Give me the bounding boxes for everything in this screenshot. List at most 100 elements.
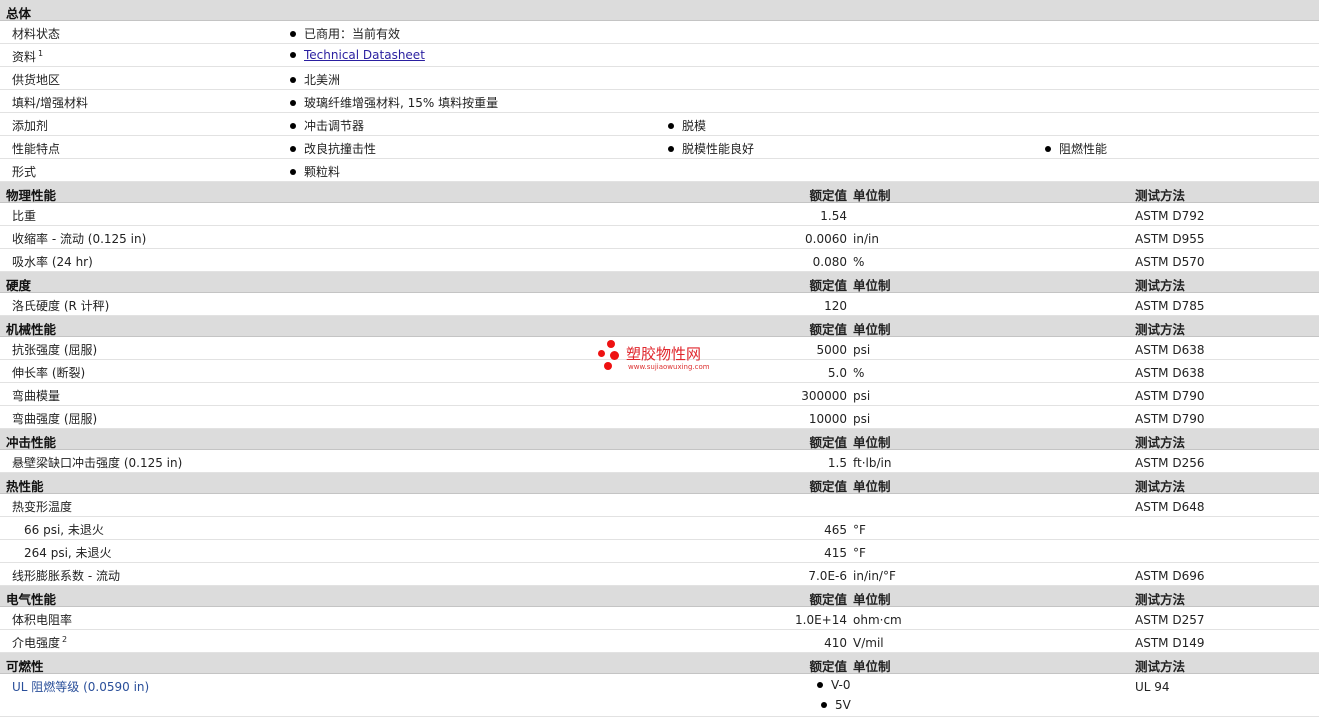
section-header: 热性能 额定值 单位制 测试方法: [0, 473, 1319, 494]
column-header-unit: 单位制: [853, 188, 891, 203]
property-label: 线形膨胀系数 - 流动: [12, 567, 120, 584]
property-label: 弯曲强度 (屈服): [12, 410, 97, 427]
bullet-dot-icon: [290, 100, 296, 106]
footnote-marker: 2: [62, 635, 68, 644]
bullet-dot-icon: [668, 123, 674, 129]
row-label: 资料 1: [12, 48, 43, 65]
section-title: 热性能: [6, 479, 44, 494]
bullet-item[interactable]: Technical Datasheet: [290, 48, 425, 62]
property-row: 悬壁梁缺口冲击强度 (0.125 in) 1.5 ft·lb/in ASTM D256: [0, 450, 1319, 473]
section-title: 硬度: [6, 278, 32, 293]
property-label-text: 弯曲模量: [12, 389, 61, 403]
property-row: 热变形温度 ASTM D648: [0, 494, 1319, 517]
property-unit: °F: [853, 546, 866, 560]
property-label-text: 介电强度: [12, 636, 61, 650]
property-label: 抗张强度 (屈服): [12, 341, 97, 358]
property-section: 物理性能 额定值 单位制 测试方法 比重 1.54 ASTM D792 收缩率 - 流动 (0…: [0, 182, 1319, 272]
row-label: 添加剂: [12, 117, 48, 134]
bullet-item: 北美洲: [290, 71, 340, 88]
property-label-text: 体积电阻率: [12, 613, 73, 627]
property-label-text: UL 阻燃等级 (0.0590 in): [12, 680, 150, 694]
general-row: 性能特点 改良抗撞击性 脱模性能良好 阻燃性能: [0, 136, 1319, 159]
column-header-method: 测试方法: [1135, 659, 1186, 674]
row-label: 性能特点: [12, 140, 60, 157]
property-unit: %: [853, 366, 865, 380]
property-section: 电气性能 额定值 单位制 测试方法 体积电阻率 1.0E+14 ohm·cm ASTM D25…: [0, 586, 1319, 653]
test-method: ASTM D149: [1135, 636, 1205, 650]
property-unit: °F: [853, 523, 866, 537]
general-row: 形式 颗粒料: [0, 159, 1319, 182]
column-header-method: 测试方法: [1135, 435, 1186, 450]
section-header: 机械性能 额定值 单位制 测试方法: [0, 316, 1319, 337]
row-label: 形式: [12, 163, 36, 180]
general-row: 供货地区 北美洲: [0, 67, 1319, 90]
row-label-text: 填料/增强材料: [12, 96, 89, 110]
column-header-value: 额定值: [809, 592, 847, 607]
property-unit: psi: [853, 343, 871, 357]
property-value: 5.0: [827, 366, 847, 380]
property-value: 0.080: [812, 255, 847, 269]
bullet-item: 脱模性能良好: [668, 140, 754, 157]
column-header-method: 测试方法: [1135, 188, 1186, 203]
rating-value: 5V: [835, 698, 851, 712]
property-label-text: 弯曲强度 (屈服): [12, 412, 98, 426]
datasheet-link[interactable]: Technical Datasheet: [304, 48, 425, 62]
test-method: ASTM D570: [1135, 255, 1205, 269]
bullet-dot-icon: [1045, 146, 1051, 152]
property-label-text: 伸长率 (断裂): [12, 366, 86, 380]
property-row: UL 阻燃等级 (0.0590 in) V-0 5V UL 94: [0, 674, 1319, 717]
column-header-unit: 单位制: [853, 659, 891, 674]
row-label-text: 性能特点: [12, 142, 61, 156]
property-label-text: 吸水率 (24 hr): [12, 255, 93, 269]
bullet-dot-icon: [290, 52, 296, 58]
bullet-dot-icon: [290, 169, 296, 175]
bullet-item: 冲击调节器: [290, 117, 364, 134]
bullet-item: 脱模: [668, 117, 706, 134]
bullet-text: 改良抗撞击性: [304, 142, 377, 156]
test-method: ASTM D638: [1135, 366, 1205, 380]
property-label: 伸长率 (断裂): [12, 364, 85, 381]
bullet-text: 北美洲: [304, 73, 341, 87]
section-header-general: 总体: [0, 0, 1319, 21]
property-label-text: 热变形温度: [12, 500, 73, 514]
property-value: 410: [824, 636, 847, 650]
property-unit: in/in: [853, 232, 879, 246]
property-section: 硬度 额定值 单位制 测试方法 洛氏硬度 (R 计秤) 120 ASTM D785: [0, 272, 1319, 316]
section-header: 电气性能 额定值 单位制 测试方法: [0, 586, 1319, 607]
property-label: 264 psi, 未退火: [24, 544, 112, 561]
property-row: 线形膨胀系数 - 流动 7.0E-6 in/in/°F ASTM D696: [0, 563, 1319, 586]
property-label: UL 阻燃等级 (0.0590 in): [12, 678, 149, 695]
property-value: 10000: [808, 412, 847, 426]
test-method: ASTM D785: [1135, 299, 1205, 313]
section-header: 可燃性 额定值 单位制 测试方法: [0, 653, 1319, 674]
property-label: 66 psi, 未退火: [24, 521, 104, 538]
property-section: 可燃性 额定值 单位制 测试方法 UL 阻燃等级 (0.0590 in) V-0 5V UL …: [0, 653, 1319, 717]
bullet-item: 阻燃性能: [1045, 140, 1107, 157]
column-header-unit: 单位制: [853, 322, 891, 337]
bullet-item: 已商用：当前有效: [290, 25, 400, 42]
property-unit: psi: [853, 412, 871, 426]
test-method: ASTM D792: [1135, 209, 1205, 223]
watermark-name: 塑胶物性网: [626, 345, 702, 363]
bullet-item: 玻璃纤维增强材料, 15% 填料按重量: [290, 94, 498, 111]
property-value: 5000: [816, 343, 847, 357]
property-row: 比重 1.54 ASTM D792: [0, 203, 1319, 226]
row-label: 填料/增强材料: [12, 94, 88, 111]
property-label: 收缩率 - 流动 (0.125 in): [12, 230, 146, 247]
property-row: 吸水率 (24 hr) 0.080% ASTM D570: [0, 249, 1319, 272]
bullet-item: 改良抗撞击性: [290, 140, 376, 157]
section-title: 物理性能: [6, 188, 57, 203]
test-method: ASTM D790: [1135, 389, 1205, 403]
general-row: 填料/增强材料 玻璃纤维增强材料, 15% 填料按重量: [0, 90, 1319, 113]
bullet-text: 阻燃性能: [1059, 142, 1108, 156]
section-header: 硬度 额定值 单位制 测试方法: [0, 272, 1319, 293]
property-unit: ohm·cm: [853, 613, 902, 627]
column-header-unit: 单位制: [853, 435, 891, 450]
datasheet: 总体 材料状态 已商用：当前有效资料 1 Technical Datasheet 供货地…: [0, 0, 1319, 717]
watermark-url: www.sujiaowuxing.com: [628, 363, 710, 371]
property-label: 热变形温度: [12, 498, 72, 515]
bullet-text: 脱模: [682, 119, 707, 133]
property-row: 体积电阻率 1.0E+14 ohm·cm ASTM D257: [0, 607, 1319, 630]
bullet-text: 脱模性能良好: [682, 142, 755, 156]
row-label-text: 材料状态: [12, 27, 61, 41]
